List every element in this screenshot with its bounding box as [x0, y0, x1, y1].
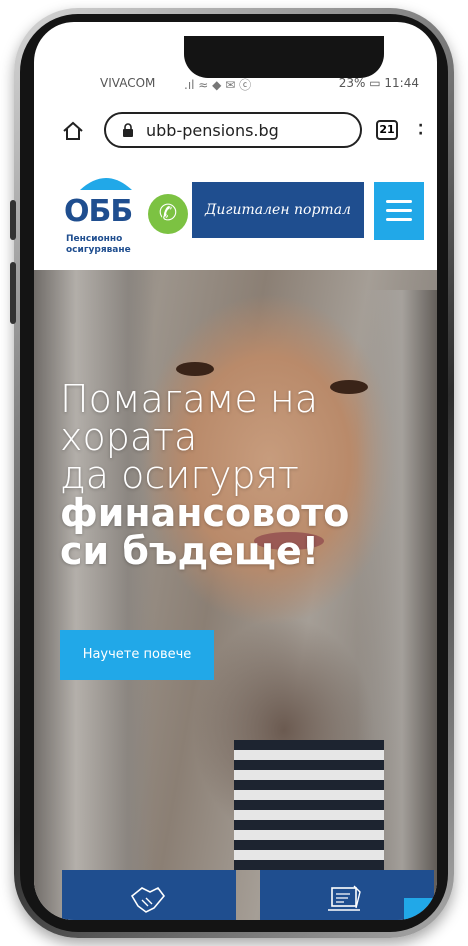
url-text: ubb-pensions.bg	[146, 121, 279, 140]
laptop-document-icon	[328, 885, 361, 911]
hero-title-bold-line: финансовото	[60, 491, 350, 535]
hero-title: Помагаме на хората да осигурят финансово…	[60, 380, 380, 570]
menu-kebab-icon[interactable]: · ·	[418, 119, 432, 141]
hero-image-eye	[176, 362, 214, 376]
digital-portal-button[interactable]: Дигитален портал	[192, 182, 364, 238]
hero-title-line: Помагаме на	[60, 377, 318, 421]
battery-icon: ▭	[369, 76, 381, 90]
clock: 11:44	[384, 76, 419, 90]
hero-image-hair	[34, 270, 154, 920]
address-bar[interactable]: ubb-pensions.bg	[104, 112, 362, 148]
status-icons: .ıl ≈ ◆ ✉ ⓒ	[184, 78, 252, 92]
feature-card[interactable]	[62, 870, 236, 920]
hero-section: Помагаме на хората да осигурят финансово…	[34, 270, 437, 920]
logo-subtitle-line: Пенсионно	[66, 234, 123, 244]
hamburger-menu-button[interactable]	[374, 182, 424, 240]
status-bar: VIVACOM .ıl ≈ ◆ ✉ ⓒ 23% ▭ 11:44	[34, 76, 437, 98]
logo[interactable]: ОББ ✆ Пенсионно осигуряване	[64, 172, 194, 262]
battery-percent: 23%	[338, 76, 366, 90]
hamburger-icon	[386, 209, 412, 212]
camera-notch	[184, 36, 384, 78]
browser-toolbar: ubb-pensions.bg 21 · ·	[34, 108, 437, 156]
phone-screen: VIVACOM .ıl ≈ ◆ ✉ ⓒ 23% ▭ 11:44 ubb-pens…	[34, 22, 437, 920]
logo-text: ОББ	[64, 194, 133, 229]
logo-subtitle: Пенсионно осигуряване	[66, 234, 156, 256]
logo-subtitle-line: осигуряване	[66, 245, 131, 255]
site-header: ОББ ✆ Пенсионно осигуряване Дигитален по…	[34, 156, 437, 270]
side-button	[10, 262, 16, 324]
hero-title-line: да осигурят	[60, 453, 299, 497]
tabs-icon[interactable]: 21	[376, 120, 398, 140]
lock-icon	[123, 123, 133, 137]
carrier-label: VIVACOM	[100, 76, 156, 90]
learn-more-button[interactable]: Научете повече	[60, 630, 214, 680]
hero-title-bold-line: си бъдеще!	[60, 529, 320, 573]
hamburger-icon	[386, 200, 412, 203]
scroll-top-button[interactable]: ⌃	[404, 898, 437, 920]
handshake-icon	[130, 886, 166, 913]
hero-image-shirt	[234, 740, 384, 870]
home-icon[interactable]	[62, 120, 84, 142]
side-button	[10, 200, 16, 240]
hero-title-line: хората	[60, 415, 198, 459]
logo-arc-icon	[80, 178, 132, 190]
chevron-up-icon: ⌃	[416, 907, 432, 920]
status-right: 23% ▭ 11:44	[339, 76, 419, 90]
phone-icon: ✆	[148, 194, 188, 234]
hamburger-icon	[386, 218, 412, 221]
